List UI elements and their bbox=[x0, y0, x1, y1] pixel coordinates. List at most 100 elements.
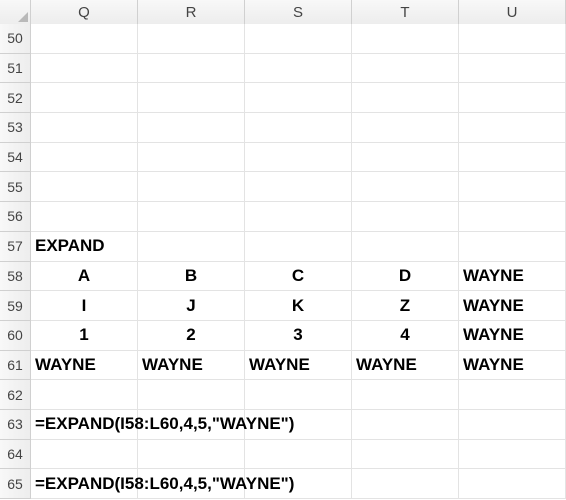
cell-U61[interactable]: WAYNE bbox=[459, 351, 566, 381]
row-header-56[interactable]: 56 bbox=[0, 202, 31, 232]
row-header-55[interactable]: 55 bbox=[0, 172, 31, 202]
cell-R54[interactable] bbox=[138, 143, 245, 173]
row-header-58[interactable]: 58 bbox=[0, 262, 31, 292]
cell-T58[interactable]: D bbox=[352, 262, 459, 292]
cell-value: EXPAND bbox=[35, 236, 105, 256]
cell-grid[interactable]: EXPANDABCDWAYNEIJKZWAYNE1234WAYNEWAYNEWA… bbox=[31, 24, 566, 500]
cell-T56[interactable] bbox=[352, 202, 459, 232]
cell-T53[interactable] bbox=[352, 113, 459, 143]
cell-Q54[interactable] bbox=[31, 143, 138, 173]
cell-S58[interactable]: C bbox=[245, 262, 352, 292]
cell-R59[interactable]: J bbox=[138, 291, 245, 321]
cell-R61[interactable]: WAYNE bbox=[138, 351, 245, 381]
cell-R52[interactable] bbox=[138, 83, 245, 113]
cell-T61[interactable]: WAYNE bbox=[352, 351, 459, 381]
cell-S59[interactable]: K bbox=[245, 291, 352, 321]
cell-R64[interactable] bbox=[138, 440, 245, 470]
cell-S57[interactable] bbox=[245, 232, 352, 262]
cell-U50[interactable] bbox=[459, 24, 566, 54]
cell-S62[interactable] bbox=[245, 380, 352, 410]
cell-Q55[interactable] bbox=[31, 172, 138, 202]
cell-S60[interactable]: 3 bbox=[245, 321, 352, 351]
row-header-62[interactable]: 62 bbox=[0, 380, 31, 410]
row-header-50[interactable]: 50 bbox=[0, 24, 31, 54]
cell-S55[interactable] bbox=[245, 172, 352, 202]
cell-U58[interactable]: WAYNE bbox=[459, 262, 566, 292]
cell-R62[interactable] bbox=[138, 380, 245, 410]
row-header-53[interactable]: 53 bbox=[0, 113, 31, 143]
cell-S54[interactable] bbox=[245, 143, 352, 173]
column-header-S[interactable]: S bbox=[245, 0, 352, 24]
column-header-Q[interactable]: Q bbox=[31, 0, 138, 24]
cell-T65[interactable] bbox=[352, 469, 459, 499]
cell-S52[interactable] bbox=[245, 83, 352, 113]
column-header-U[interactable]: U bbox=[459, 0, 566, 24]
cell-T57[interactable] bbox=[352, 232, 459, 262]
cell-Q50[interactable] bbox=[31, 24, 138, 54]
row-header-59[interactable]: 59 bbox=[0, 291, 31, 321]
cell-U51[interactable] bbox=[459, 54, 566, 84]
cell-U55[interactable] bbox=[459, 172, 566, 202]
cell-U65[interactable] bbox=[459, 469, 566, 499]
row-header-63[interactable]: 63 bbox=[0, 410, 31, 440]
row-header-65[interactable]: 65 bbox=[0, 469, 31, 499]
cell-U64[interactable] bbox=[459, 440, 566, 470]
cell-Q63[interactable]: =EXPAND(I58:L60,4,5,"WAYNE") bbox=[31, 410, 138, 440]
cell-Q59[interactable]: I bbox=[31, 291, 138, 321]
cell-S56[interactable] bbox=[245, 202, 352, 232]
row-header-51[interactable]: 51 bbox=[0, 54, 31, 84]
cell-R55[interactable] bbox=[138, 172, 245, 202]
cell-R56[interactable] bbox=[138, 202, 245, 232]
cell-Q65[interactable]: =EXPAND(I58:L60,4,5,"WAYNE") bbox=[31, 469, 138, 499]
cell-T51[interactable] bbox=[352, 54, 459, 84]
cell-Q62[interactable] bbox=[31, 380, 138, 410]
cell-T60[interactable]: 4 bbox=[352, 321, 459, 351]
cell-R50[interactable] bbox=[138, 24, 245, 54]
cell-T64[interactable] bbox=[352, 440, 459, 470]
cell-T50[interactable] bbox=[352, 24, 459, 54]
cell-S50[interactable] bbox=[245, 24, 352, 54]
row-header-61[interactable]: 61 bbox=[0, 351, 31, 381]
cell-T63[interactable] bbox=[352, 410, 459, 440]
cell-R57[interactable] bbox=[138, 232, 245, 262]
cell-R51[interactable] bbox=[138, 54, 245, 84]
column-header-R[interactable]: R bbox=[138, 0, 245, 24]
cell-Q53[interactable] bbox=[31, 113, 138, 143]
cell-U60[interactable]: WAYNE bbox=[459, 321, 566, 351]
cell-T59[interactable]: Z bbox=[352, 291, 459, 321]
cell-Q61[interactable]: WAYNE bbox=[31, 351, 138, 381]
cell-U52[interactable] bbox=[459, 83, 566, 113]
cell-S53[interactable] bbox=[245, 113, 352, 143]
cell-U53[interactable] bbox=[459, 113, 566, 143]
cell-Q56[interactable] bbox=[31, 202, 138, 232]
cell-S51[interactable] bbox=[245, 54, 352, 84]
cell-R53[interactable] bbox=[138, 113, 245, 143]
cell-Q57[interactable]: EXPAND bbox=[31, 232, 138, 262]
row-header-64[interactable]: 64 bbox=[0, 440, 31, 470]
cell-Q52[interactable] bbox=[31, 83, 138, 113]
row-header-54[interactable]: 54 bbox=[0, 143, 31, 173]
cell-S64[interactable] bbox=[245, 440, 352, 470]
cell-Q51[interactable] bbox=[31, 54, 138, 84]
row-header-57[interactable]: 57 bbox=[0, 232, 31, 262]
row-header-52[interactable]: 52 bbox=[0, 83, 31, 113]
cell-U54[interactable] bbox=[459, 143, 566, 173]
cell-S61[interactable]: WAYNE bbox=[245, 351, 352, 381]
cell-T52[interactable] bbox=[352, 83, 459, 113]
cell-U63[interactable] bbox=[459, 410, 566, 440]
cell-Q60[interactable]: 1 bbox=[31, 321, 138, 351]
cell-T54[interactable] bbox=[352, 143, 459, 173]
cell-Q58[interactable]: A bbox=[31, 262, 138, 292]
cell-R58[interactable]: B bbox=[138, 262, 245, 292]
cell-R60[interactable]: 2 bbox=[138, 321, 245, 351]
row-header-60[interactable]: 60 bbox=[0, 321, 31, 351]
cell-U56[interactable] bbox=[459, 202, 566, 232]
cell-U59[interactable]: WAYNE bbox=[459, 291, 566, 321]
cell-T55[interactable] bbox=[352, 172, 459, 202]
select-all-corner[interactable] bbox=[0, 0, 31, 24]
cell-T62[interactable] bbox=[352, 380, 459, 410]
cell-Q64[interactable] bbox=[31, 440, 138, 470]
cell-U57[interactable] bbox=[459, 232, 566, 262]
cell-U62[interactable] bbox=[459, 380, 566, 410]
column-header-T[interactable]: T bbox=[352, 0, 459, 24]
